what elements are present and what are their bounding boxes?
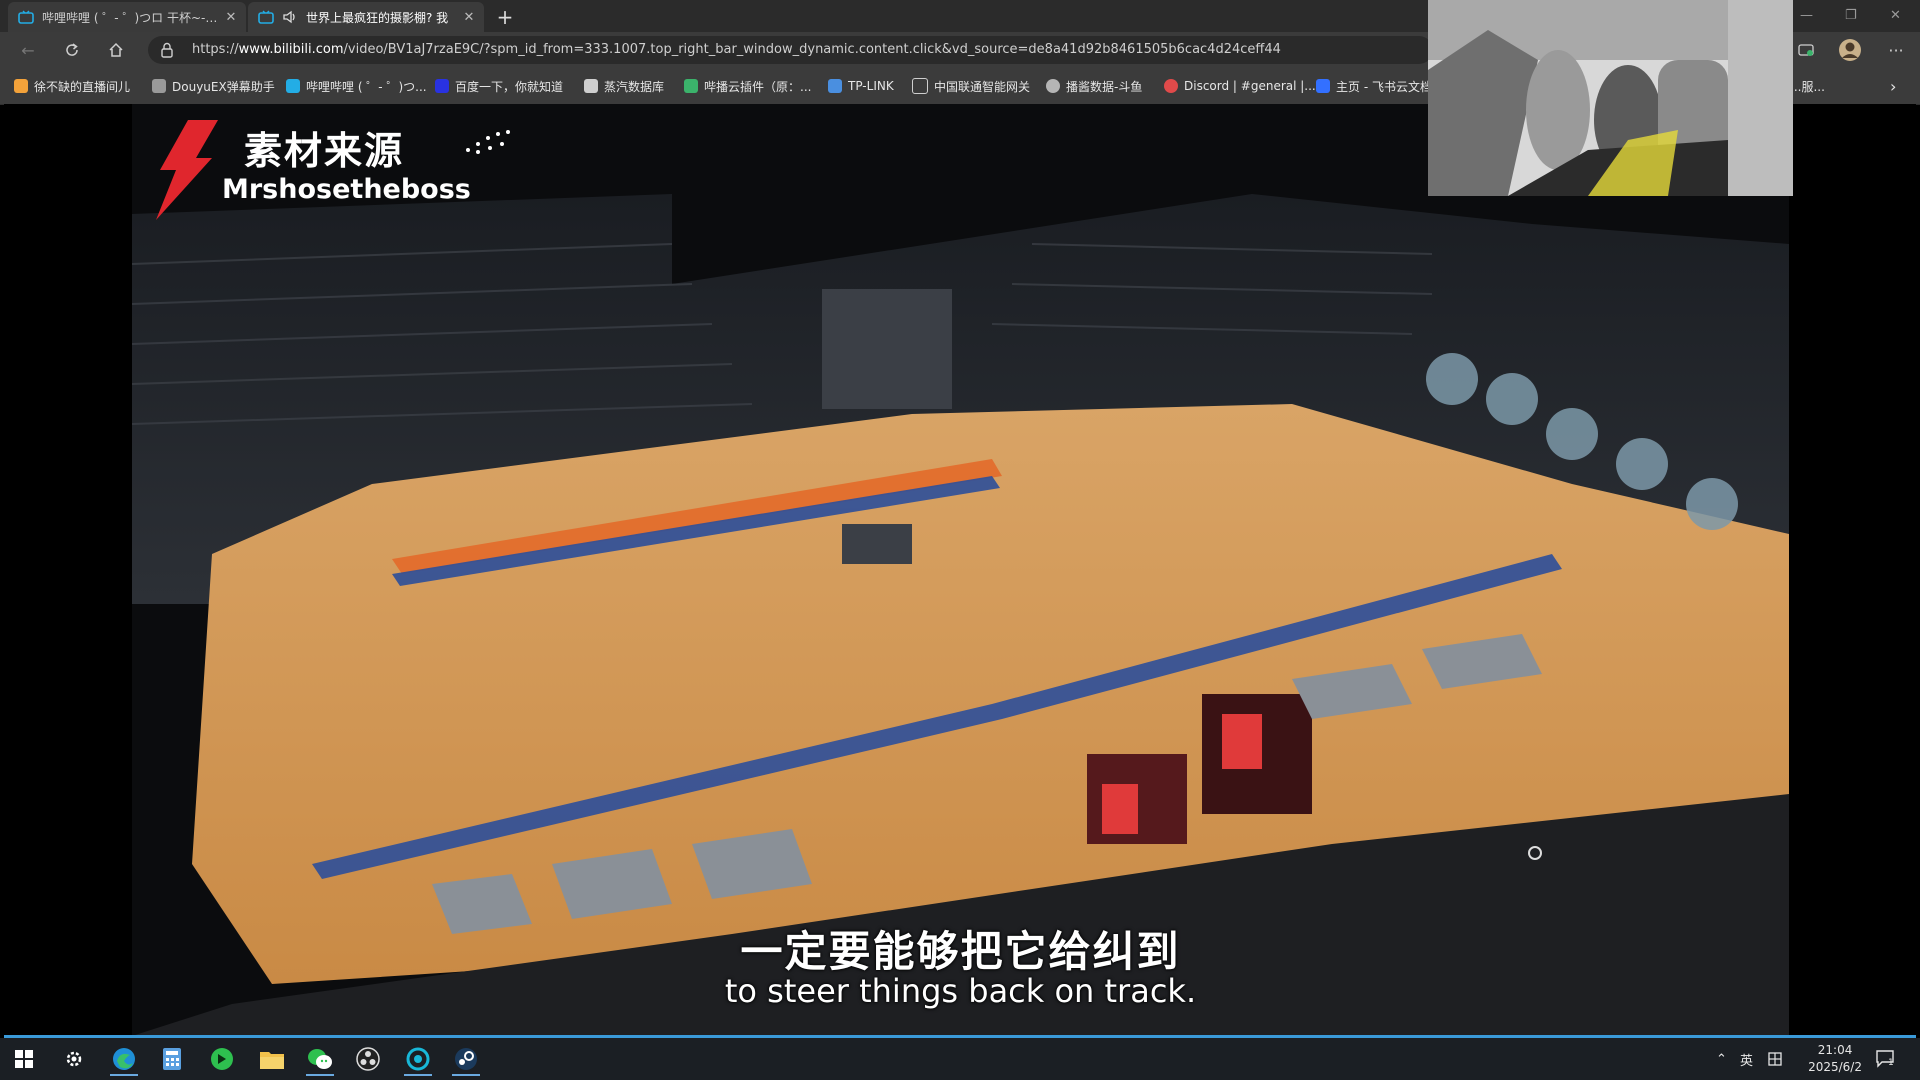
running-indicator: [452, 1074, 480, 1076]
back-arrow-icon[interactable]: ←: [14, 38, 42, 62]
bookmark-label: Discord | #general |...: [1184, 79, 1316, 93]
bookmark-label: TP-LINK: [848, 79, 894, 93]
discord-icon: [1164, 79, 1178, 93]
dots-decoration-icon: [466, 130, 510, 154]
bookmark-label: 中国联通智能网关: [934, 79, 1031, 94]
bookmark-item[interactable]: 哔哩哔哩 ( ゜- ゜)つ...: [286, 77, 427, 95]
bookmark-item[interactable]: 主页 - 飞书云文档: [1316, 77, 1432, 95]
tab-title: 世界上最疯狂的摄影棚? 我: [306, 10, 449, 25]
url-host: www.bilibili.com: [238, 42, 344, 57]
subtitle-english: to steer things back on track.: [724, 972, 1197, 1010]
logo-channel: Mrshosetheboss: [222, 174, 471, 205]
tab-bilibili-home[interactable]: 哔哩哔哩 ( ゜- ゜)つロ 干杯~-bili ✕: [8, 2, 246, 32]
stopwatch-app-icon[interactable]: [202, 1042, 242, 1076]
tab-title: 哔哩哔哩 ( ゜- ゜)つロ 干杯~-bili: [42, 10, 222, 25]
notification-center-icon[interactable]: 1: [1876, 1038, 1894, 1080]
subtitle-chinese: 一定要能够把它给纠到: [740, 927, 1181, 976]
bilibili-fox-icon: [14, 79, 28, 93]
bookmark-item[interactable]: 哔播云插件（原：...: [684, 77, 811, 95]
speaker-icon[interactable]: [282, 9, 298, 25]
globe-icon: [1046, 79, 1060, 93]
tp-link-icon: [828, 79, 842, 93]
running-indicator: [306, 1074, 334, 1076]
lightning-bolt-icon: [156, 120, 218, 220]
bookmark-item[interactable]: 徐不缺的直播间儿: [14, 77, 130, 95]
clock-date: 2025/6/2: [1808, 1060, 1862, 1074]
logo-title: 素材来源: [244, 129, 405, 173]
ime-indicator[interactable]: 英: [1740, 1038, 1753, 1080]
bookmark-label: 百度一下，你就知道: [455, 79, 564, 94]
running-indicator: [404, 1074, 432, 1076]
bookmark-item[interactable]: 中国联通智能网关: [912, 77, 1030, 95]
bookmark-label: 蒸汽数据库: [604, 79, 665, 94]
leaf-icon: [684, 79, 698, 93]
new-tab-button[interactable]: +: [492, 4, 518, 30]
clock-time: 21:04: [1817, 1043, 1853, 1057]
chevron-right-icon[interactable]: ›: [1890, 77, 1896, 96]
windows-taskbar: ⌃ 英 21:04 2025/6/2 1: [0, 1038, 1920, 1080]
arena-scene: [132, 104, 1789, 1036]
page-icon: [912, 78, 928, 94]
keyboard-layout-icon[interactable]: [1768, 1038, 1782, 1080]
database-icon: [584, 79, 598, 93]
close-icon[interactable]: ✕: [222, 8, 240, 26]
settings-icon[interactable]: [54, 1042, 94, 1076]
bookmark-item[interactable]: 百度一下，你就知道: [435, 77, 563, 95]
bookmark-label: 哔哩哔哩 ( ゜- ゜)つ...: [306, 79, 427, 94]
running-indicator: [110, 1074, 138, 1076]
file-explorer-icon[interactable]: [252, 1042, 292, 1076]
bookmark-label: 主页 - 飞书云文档: [1336, 79, 1432, 94]
reload-icon[interactable]: [58, 38, 86, 62]
wechat-icon[interactable]: [300, 1042, 340, 1076]
bookmark-item[interactable]: 播酱数据-斗鱼: [1046, 77, 1142, 95]
bilibili-tv-icon: [258, 9, 274, 25]
pip-cartoon-image: [1428, 0, 1793, 196]
restore-icon[interactable]: ❐: [1845, 8, 1857, 24]
minimize-icon[interactable]: —: [1800, 8, 1813, 24]
notification-count: 1: [1888, 1058, 1894, 1068]
bookmark-label: 哔播云插件（原：...: [704, 79, 812, 94]
more-menu-icon[interactable]: ···: [1882, 38, 1910, 62]
url-path: /video/BV1aJ7rzaE9C/?spm_id_from=333.100…: [343, 42, 1281, 57]
close-window-icon[interactable]: ✕: [1890, 8, 1901, 24]
bookmark-item[interactable]: ...服...: [1790, 77, 1825, 95]
source-watermark-logo: 素材来源 Mrshosetheboss: [148, 120, 528, 220]
edge-icon[interactable]: [104, 1042, 144, 1076]
calculator-icon[interactable]: [152, 1042, 192, 1076]
video-player[interactable]: 素材来源 Mrshosetheboss 一定要能够把它给纠到 to steer …: [132, 104, 1789, 1036]
bilibili-tv-icon: [286, 79, 300, 93]
extension-icon[interactable]: [1792, 38, 1820, 62]
url-prefix: https://: [192, 42, 239, 57]
windows-start-icon[interactable]: [4, 1042, 44, 1076]
bookmark-label: ...服...: [1790, 79, 1825, 94]
profile-avatar[interactable]: [1836, 38, 1864, 62]
baidu-paw-icon: [435, 79, 449, 93]
bookmark-label: 徐不缺的直播间儿: [34, 79, 131, 94]
steam-like-ring-icon[interactable]: [398, 1042, 438, 1076]
bookmark-item[interactable]: TP-LINK: [828, 77, 894, 95]
obs-icon[interactable]: [348, 1042, 388, 1076]
home-icon[interactable]: [102, 38, 130, 62]
bookmark-label: DouyuEX弹幕助手: [172, 79, 275, 94]
bookmark-item[interactable]: Discord | #general |...: [1164, 77, 1316, 95]
bilibili-tv-icon: [18, 9, 34, 25]
bookmark-item[interactable]: 蒸汽数据库: [584, 77, 664, 95]
bookmark-label: 播酱数据-斗鱼: [1066, 79, 1143, 94]
lock-icon[interactable]: [160, 42, 174, 58]
taskbar-clock[interactable]: 21:04 2025/6/2: [1808, 1042, 1862, 1076]
tab-current-video[interactable]: 世界上最疯狂的摄影棚? 我 ✕: [248, 2, 484, 32]
feishu-icon: [1316, 79, 1330, 93]
bookmark-item[interactable]: DouyuEX弹幕助手: [152, 77, 275, 95]
picture-in-picture-window[interactable]: [1428, 0, 1793, 196]
url-text: https://www.bilibili.com/video/BV1aJ7rza…: [192, 42, 1281, 57]
steam-icon[interactable]: [446, 1042, 486, 1076]
puzzle-icon: [152, 79, 166, 93]
address-bar[interactable]: https://www.bilibili.com/video/BV1aJ7rza…: [148, 36, 1433, 64]
close-icon[interactable]: ✕: [460, 8, 478, 26]
mouse-cursor-icon: [1528, 846, 1542, 860]
tray-overflow-chevron-icon[interactable]: ⌃: [1716, 1038, 1727, 1080]
